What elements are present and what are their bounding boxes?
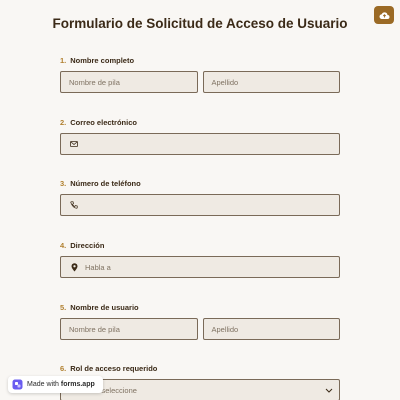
forms-app-logo-icon (12, 379, 23, 390)
badge-made-with-text: Made with (27, 381, 59, 388)
question-label: 6. Rol de acceso requerido (60, 364, 340, 373)
username-first-placeholder: Nombre de pila (69, 324, 120, 334)
question-text: Correo electrónico (70, 118, 137, 127)
question-label: 5. Nombre de usuario (60, 303, 340, 312)
last-name-placeholder: Apellido (211, 77, 239, 87)
question-text: Nombre de usuario (70, 303, 139, 312)
question-label: 1. Nombre completo (60, 56, 340, 65)
phone-icon (69, 200, 79, 210)
phone-input[interactable] (60, 194, 340, 216)
question-label: 4. Dirección (60, 241, 340, 250)
location-pin-icon (69, 262, 79, 272)
chevron-down-icon (325, 386, 333, 395)
question-full-name: 1. Nombre completo Nombre de pila Apelli… (60, 56, 340, 93)
question-text: Dirección (70, 241, 105, 250)
question-text: Rol de acceso requerido (70, 364, 158, 373)
question-number: 5. (60, 303, 67, 312)
envelope-icon (69, 139, 79, 149)
question-label: 3. Número de teléfono (60, 179, 340, 188)
question-phone: 3. Número de teléfono (60, 179, 340, 216)
username-last-placeholder: Apellido (211, 324, 239, 334)
page-title: Formulario de Solicitud de Acceso de Usu… (52, 16, 348, 31)
first-name-input[interactable]: Nombre de pila (60, 71, 198, 93)
question-email: 2. Correo electrónico (60, 118, 340, 155)
question-number: 6. (60, 364, 67, 373)
question-username: 5. Nombre de usuario Nombre de pila Apel… (60, 303, 340, 340)
username-last-input[interactable]: Apellido (202, 318, 340, 340)
question-text: Número de teléfono (70, 179, 141, 188)
last-name-input[interactable]: Apellido (202, 71, 340, 93)
username-first-input[interactable]: Nombre de pila (60, 318, 198, 340)
question-address: 4. Dirección Habla a (60, 241, 340, 278)
address-input[interactable]: Habla a (60, 256, 340, 278)
question-number: 2. (60, 118, 67, 127)
made-with-badge[interactable]: Made with forms.app (8, 376, 103, 393)
question-label: 2. Correo electrónico (60, 118, 340, 127)
first-name-placeholder: Nombre de pila (69, 77, 120, 87)
badge-brand-text: forms.app (60, 381, 95, 388)
question-text: Nombre completo (70, 56, 135, 65)
question-number: 3. (60, 179, 67, 188)
email-input[interactable] (60, 133, 340, 155)
address-placeholder: Habla a (85, 262, 111, 272)
question-number: 4. (60, 241, 67, 250)
question-number: 1. (60, 56, 67, 65)
